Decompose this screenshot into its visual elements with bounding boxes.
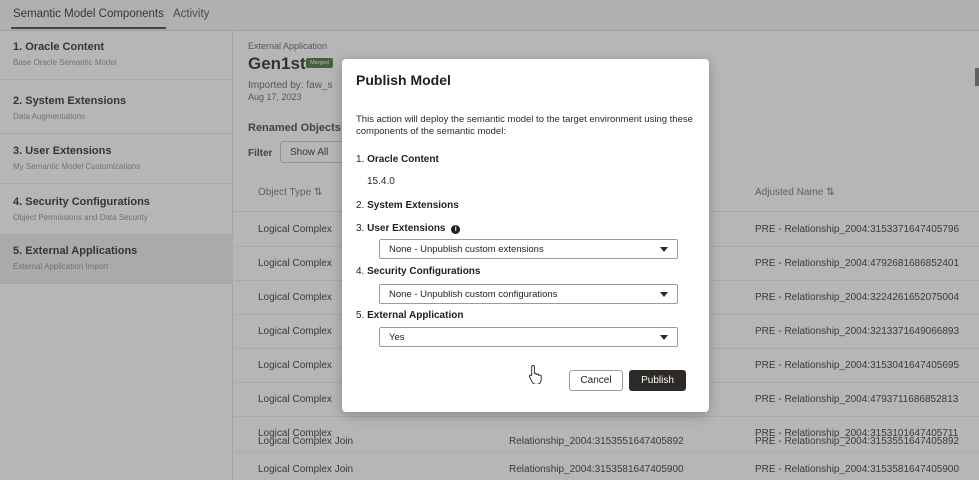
section-oracle-content: 1. Oracle Content bbox=[356, 154, 439, 165]
external-application-select[interactable]: Yes bbox=[379, 327, 678, 347]
chevron-down-icon bbox=[660, 335, 668, 340]
security-configurations-select[interactable]: None - Unpublish custom configurations bbox=[379, 284, 678, 304]
user-extensions-select[interactable]: None - Unpublish custom extensions bbox=[379, 239, 678, 259]
select-value: None - Unpublish custom configurations bbox=[389, 289, 558, 300]
section-label: External Application bbox=[367, 310, 464, 321]
section-security-configurations: 4. Security Configurations bbox=[356, 266, 480, 277]
info-icon[interactable]: i bbox=[451, 225, 461, 234]
section-label: Oracle Content bbox=[367, 154, 439, 165]
select-value: None - Unpublish custom extensions bbox=[389, 244, 544, 255]
section-number: 2. bbox=[356, 200, 365, 211]
select-value: Yes bbox=[389, 332, 405, 343]
dialog-title: Publish Model bbox=[356, 72, 451, 88]
cancel-button[interactable]: Cancel bbox=[569, 370, 623, 391]
oracle-content-version: 15.4.0 bbox=[367, 176, 395, 187]
publish-button[interactable]: Publish bbox=[629, 370, 686, 391]
section-external-application: 5. External Application bbox=[356, 310, 463, 321]
chevron-down-icon bbox=[660, 247, 668, 252]
section-label: System Extensions bbox=[367, 200, 459, 211]
section-number: 4. bbox=[356, 266, 365, 277]
hand-pointer-icon bbox=[528, 365, 542, 384]
section-label: Security Configurations bbox=[367, 266, 481, 277]
section-user-extensions: 3. User Extensions i bbox=[356, 223, 461, 234]
publish-model-dialog: Publish Model This action will deploy th… bbox=[342, 59, 709, 412]
section-number: 5. bbox=[356, 310, 365, 321]
section-system-extensions: 2. System Extensions bbox=[356, 200, 459, 211]
section-number: 3. bbox=[356, 223, 365, 234]
chevron-down-icon bbox=[660, 292, 668, 297]
section-label: User Extensions bbox=[367, 223, 446, 234]
dialog-description: This action will deploy the semantic mod… bbox=[356, 114, 693, 137]
section-number: 1. bbox=[356, 154, 365, 165]
